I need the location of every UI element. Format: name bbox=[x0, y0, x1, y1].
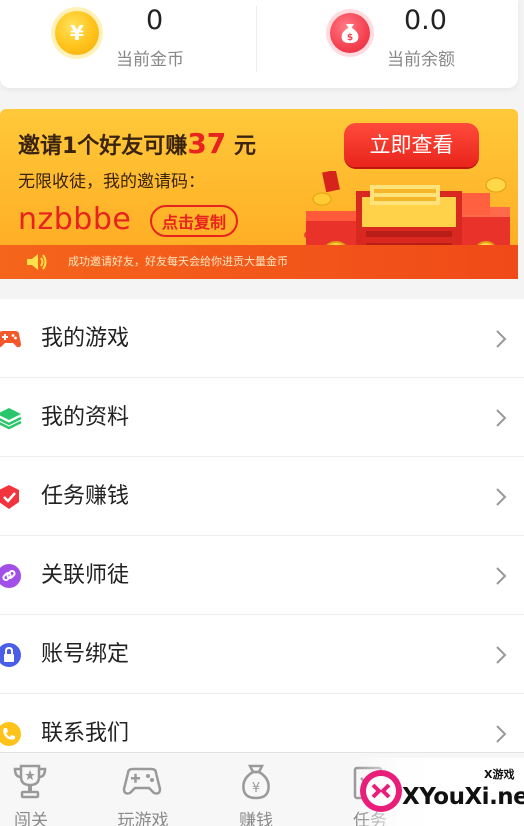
money-bag-icon: ¥ bbox=[242, 764, 270, 800]
balance-stat[interactable]: $ 0.0 当前余额 bbox=[258, 0, 518, 88]
stats-divider bbox=[256, 6, 257, 72]
menu-item-label: 账号绑定 bbox=[41, 642, 130, 667]
invite-code: nzbbbe bbox=[18, 202, 132, 237]
tab-label: 赚钱 bbox=[239, 811, 273, 826]
wallet-summary-card: ¥ 0 当前金币 $ 0.0 当前余额 bbox=[0, 0, 518, 88]
gamepad-icon bbox=[0, 331, 21, 348]
menu-item-label: 我的资料 bbox=[41, 405, 130, 430]
balance-value: 0.0 bbox=[404, 5, 447, 36]
watermark-gamepad-logo bbox=[360, 770, 402, 812]
invite-title-text: 邀请1个好友可赚 bbox=[18, 134, 188, 159]
coin-icon-symbol: ¥ bbox=[70, 21, 84, 45]
invite-reward-title: 邀请1个好友可赚37 元 bbox=[18, 129, 256, 162]
copy-invite-code-button[interactable]: 点击复制 bbox=[150, 205, 238, 237]
invite-reward-amount: 37 bbox=[187, 127, 227, 160]
invite-banner[interactable]: 邀请1个好友可赚37 元 无限收徒，我的邀请码： nzbbbe 点击复制 立即查… bbox=[0, 109, 518, 279]
svg-text:$: $ bbox=[347, 33, 353, 43]
coins-value: 0 bbox=[146, 5, 164, 36]
tab-earn[interactable]: ¥ 赚钱 bbox=[216, 753, 296, 826]
watermark-text: XYouXi.net bbox=[402, 784, 524, 810]
coins-label: 当前金币 bbox=[116, 50, 184, 70]
invite-reward-unit: 元 bbox=[233, 134, 256, 159]
menu-item-label: 任务赚钱 bbox=[41, 484, 130, 509]
site-watermark: X游戏 XYouXi.net bbox=[356, 758, 524, 826]
chevron-right-icon bbox=[496, 567, 507, 585]
svg-text:¥: ¥ bbox=[252, 781, 260, 796]
layers-icon bbox=[0, 408, 22, 430]
profile-menu: 我的游戏 我的资料 任务赚钱 关联师徒 账号绑定 联系我们 bbox=[0, 299, 524, 773]
view-now-button[interactable]: 立即查看 bbox=[344, 123, 479, 167]
task-icon bbox=[0, 485, 19, 509]
watermark-cn: X游戏 bbox=[484, 768, 515, 781]
menu-item-label: 联系我们 bbox=[41, 721, 130, 746]
link-icon bbox=[0, 564, 21, 588]
tab-label: 玩游戏 bbox=[117, 811, 169, 826]
menu-item-account-binding[interactable]: 账号绑定 bbox=[0, 615, 524, 694]
speaker-icon bbox=[27, 254, 47, 270]
tab-levels[interactable]: 闯关 bbox=[0, 753, 62, 826]
tab-play-games[interactable]: 玩游戏 bbox=[100, 753, 186, 826]
chevron-right-icon bbox=[496, 488, 507, 506]
menu-item-earn-tasks[interactable]: 任务赚钱 bbox=[0, 457, 524, 536]
gamepad-icon bbox=[122, 767, 162, 795]
phone-icon bbox=[0, 722, 21, 746]
tab-label: 闯关 bbox=[14, 811, 48, 826]
chevron-right-icon bbox=[496, 646, 507, 664]
coin-icon: ¥ bbox=[55, 11, 99, 55]
chevron-right-icon bbox=[496, 725, 507, 743]
trophy-icon bbox=[13, 764, 47, 799]
chevron-right-icon bbox=[496, 330, 507, 348]
invite-subtitle: 无限收徒，我的邀请码： bbox=[18, 172, 205, 192]
invite-notice-text: 成功邀请好友，好友每天会给你进贡大量金币 bbox=[68, 255, 288, 268]
menu-item-my-profile[interactable]: 我的资料 bbox=[0, 378, 524, 457]
menu-item-link-mentor[interactable]: 关联师徒 bbox=[0, 536, 524, 615]
menu-item-label: 关联师徒 bbox=[41, 563, 130, 588]
menu-item-label: 我的游戏 bbox=[41, 326, 130, 351]
coins-stat[interactable]: ¥ 0 当前金币 bbox=[0, 0, 257, 88]
menu-item-my-games[interactable]: 我的游戏 bbox=[0, 299, 524, 378]
balance-label: 当前余额 bbox=[387, 50, 455, 70]
invite-notice-strip: 成功邀请好友，好友每天会给你进贡大量金币 bbox=[0, 245, 518, 279]
lock-icon bbox=[0, 643, 21, 667]
chevron-right-icon bbox=[496, 409, 507, 427]
money-bag-icon: $ bbox=[330, 13, 370, 53]
